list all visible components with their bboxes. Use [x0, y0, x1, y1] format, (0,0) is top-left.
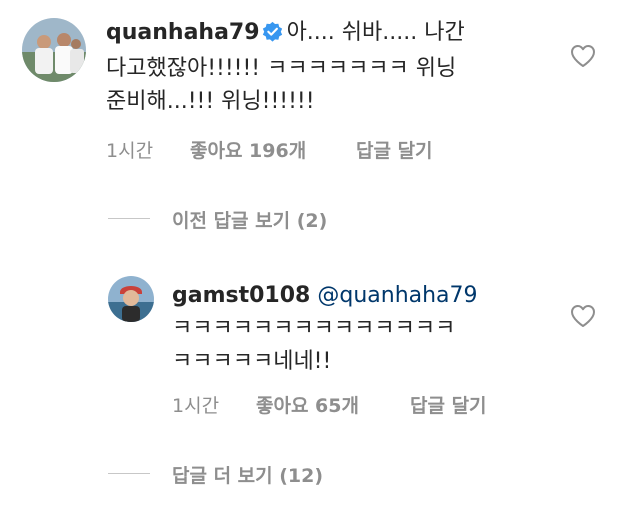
reply-button[interactable]: 답글 달기 — [356, 136, 433, 163]
reply-line-1: gamst0108 @quanhaha79 — [172, 279, 552, 312]
reply-body: gamst0108 @quanhaha79 ㅋㅋㅋㅋㅋㅋㅋㅋㅋㅋㅋㅋㅋㅋ ㅋㅋㅋ… — [172, 279, 552, 378]
comment-line-1: quanhaha79 아.... 쉬바..... 나간 — [106, 16, 546, 52]
divider — [108, 218, 150, 219]
username[interactable]: gamst0108 — [172, 283, 310, 308]
avatar[interactable] — [108, 276, 154, 322]
avatar[interactable] — [22, 18, 86, 82]
like-heart-icon[interactable] — [570, 304, 596, 332]
divider — [108, 473, 150, 474]
timestamp: 1시간 — [172, 395, 220, 417]
reply-line-3: ㅋㅋㅋㅋㅋ네네!! — [172, 349, 332, 374]
verified-badge-icon — [262, 19, 283, 52]
comment-line-2: 다고했잖아!!!!!! ㅋㅋㅋㅋㅋㅋㅋ 위닝 — [106, 56, 457, 81]
view-previous-replies-button[interactable]: 이전 답글 보기 (2) — [172, 206, 327, 233]
comment-text: 아.... 쉬바..... 나간 — [286, 20, 465, 45]
comment-body: quanhaha79 아.... 쉬바..... 나간 다고했잖아!!!!!! ㅋ… — [106, 16, 546, 118]
likes-count[interactable]: 좋아요 65개 — [256, 391, 359, 418]
reply-button[interactable]: 답글 달기 — [410, 391, 487, 418]
comment-line-3: 준비해...!!! 위닝!!!!!! — [106, 89, 315, 114]
reply-line-2: ㅋㅋㅋㅋㅋㅋㅋㅋㅋㅋㅋㅋㅋㅋ — [172, 316, 456, 341]
username[interactable]: quanhaha79 — [106, 20, 260, 45]
likes-count[interactable]: 좋아요 196개 — [190, 136, 306, 163]
comment-meta: 1시간 좋아요 196개 답글 달기 — [106, 136, 466, 163]
mention-link[interactable]: @quanhaha79 — [317, 283, 477, 308]
timestamp: 1시간 — [106, 140, 154, 162]
view-more-replies-button[interactable]: 답글 더 보기 (12) — [172, 461, 323, 488]
like-heart-icon[interactable] — [570, 44, 596, 72]
reply-meta: 1시간 좋아요 65개 답글 달기 — [172, 391, 532, 418]
